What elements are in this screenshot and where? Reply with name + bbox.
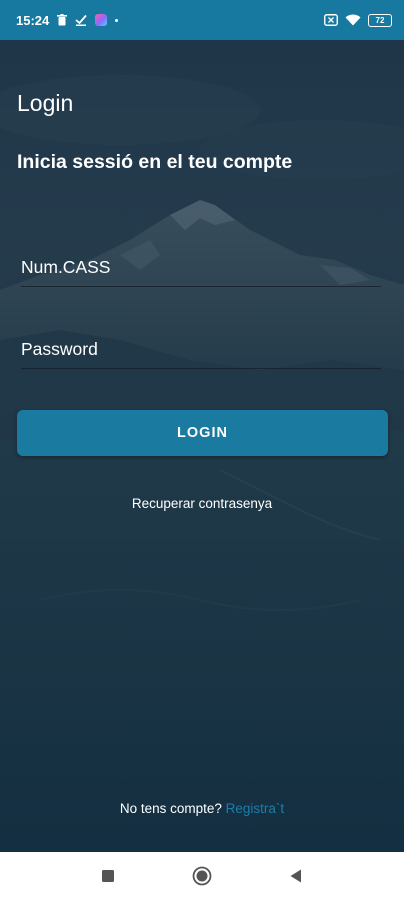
recover-password-link[interactable]: Recuperar contrasenya xyxy=(0,496,404,511)
username-field xyxy=(21,248,381,287)
username-input[interactable] xyxy=(21,248,381,286)
app-notification-icon xyxy=(95,14,108,26)
login-button[interactable]: LOGIN xyxy=(17,410,388,456)
password-field xyxy=(21,330,381,369)
battery-icon: 72 xyxy=(368,13,392,27)
register-link[interactable]: Registra`t xyxy=(226,801,285,816)
login-screen: 15:24 72 Login Inicia sessió en el teu c… xyxy=(0,0,404,900)
navigation-bar xyxy=(0,852,404,900)
no-account-text: No tens compte? xyxy=(119,801,222,816)
back-icon[interactable] xyxy=(282,862,310,890)
login-content: Login Inicia sessió en el teu compte LOG… xyxy=(0,40,404,852)
wifi-icon xyxy=(345,14,361,26)
home-icon[interactable] xyxy=(188,862,216,890)
password-input[interactable] xyxy=(21,330,381,368)
delete-icon xyxy=(57,14,68,26)
signup-prompt: No tens compte? Registra`t xyxy=(0,801,404,816)
recents-icon[interactable] xyxy=(94,862,122,890)
dot-icon xyxy=(115,18,119,22)
status-left: 15:24 xyxy=(16,12,119,28)
page-subtitle: Inicia sessió en el teu compte xyxy=(17,151,293,173)
sim-off-icon xyxy=(324,14,338,26)
status-bar: 15:24 72 xyxy=(0,0,404,40)
download-done-icon xyxy=(75,14,87,26)
status-right: 72 xyxy=(324,13,392,27)
page-title: Login xyxy=(17,90,74,116)
status-time: 15:24 xyxy=(16,12,50,28)
